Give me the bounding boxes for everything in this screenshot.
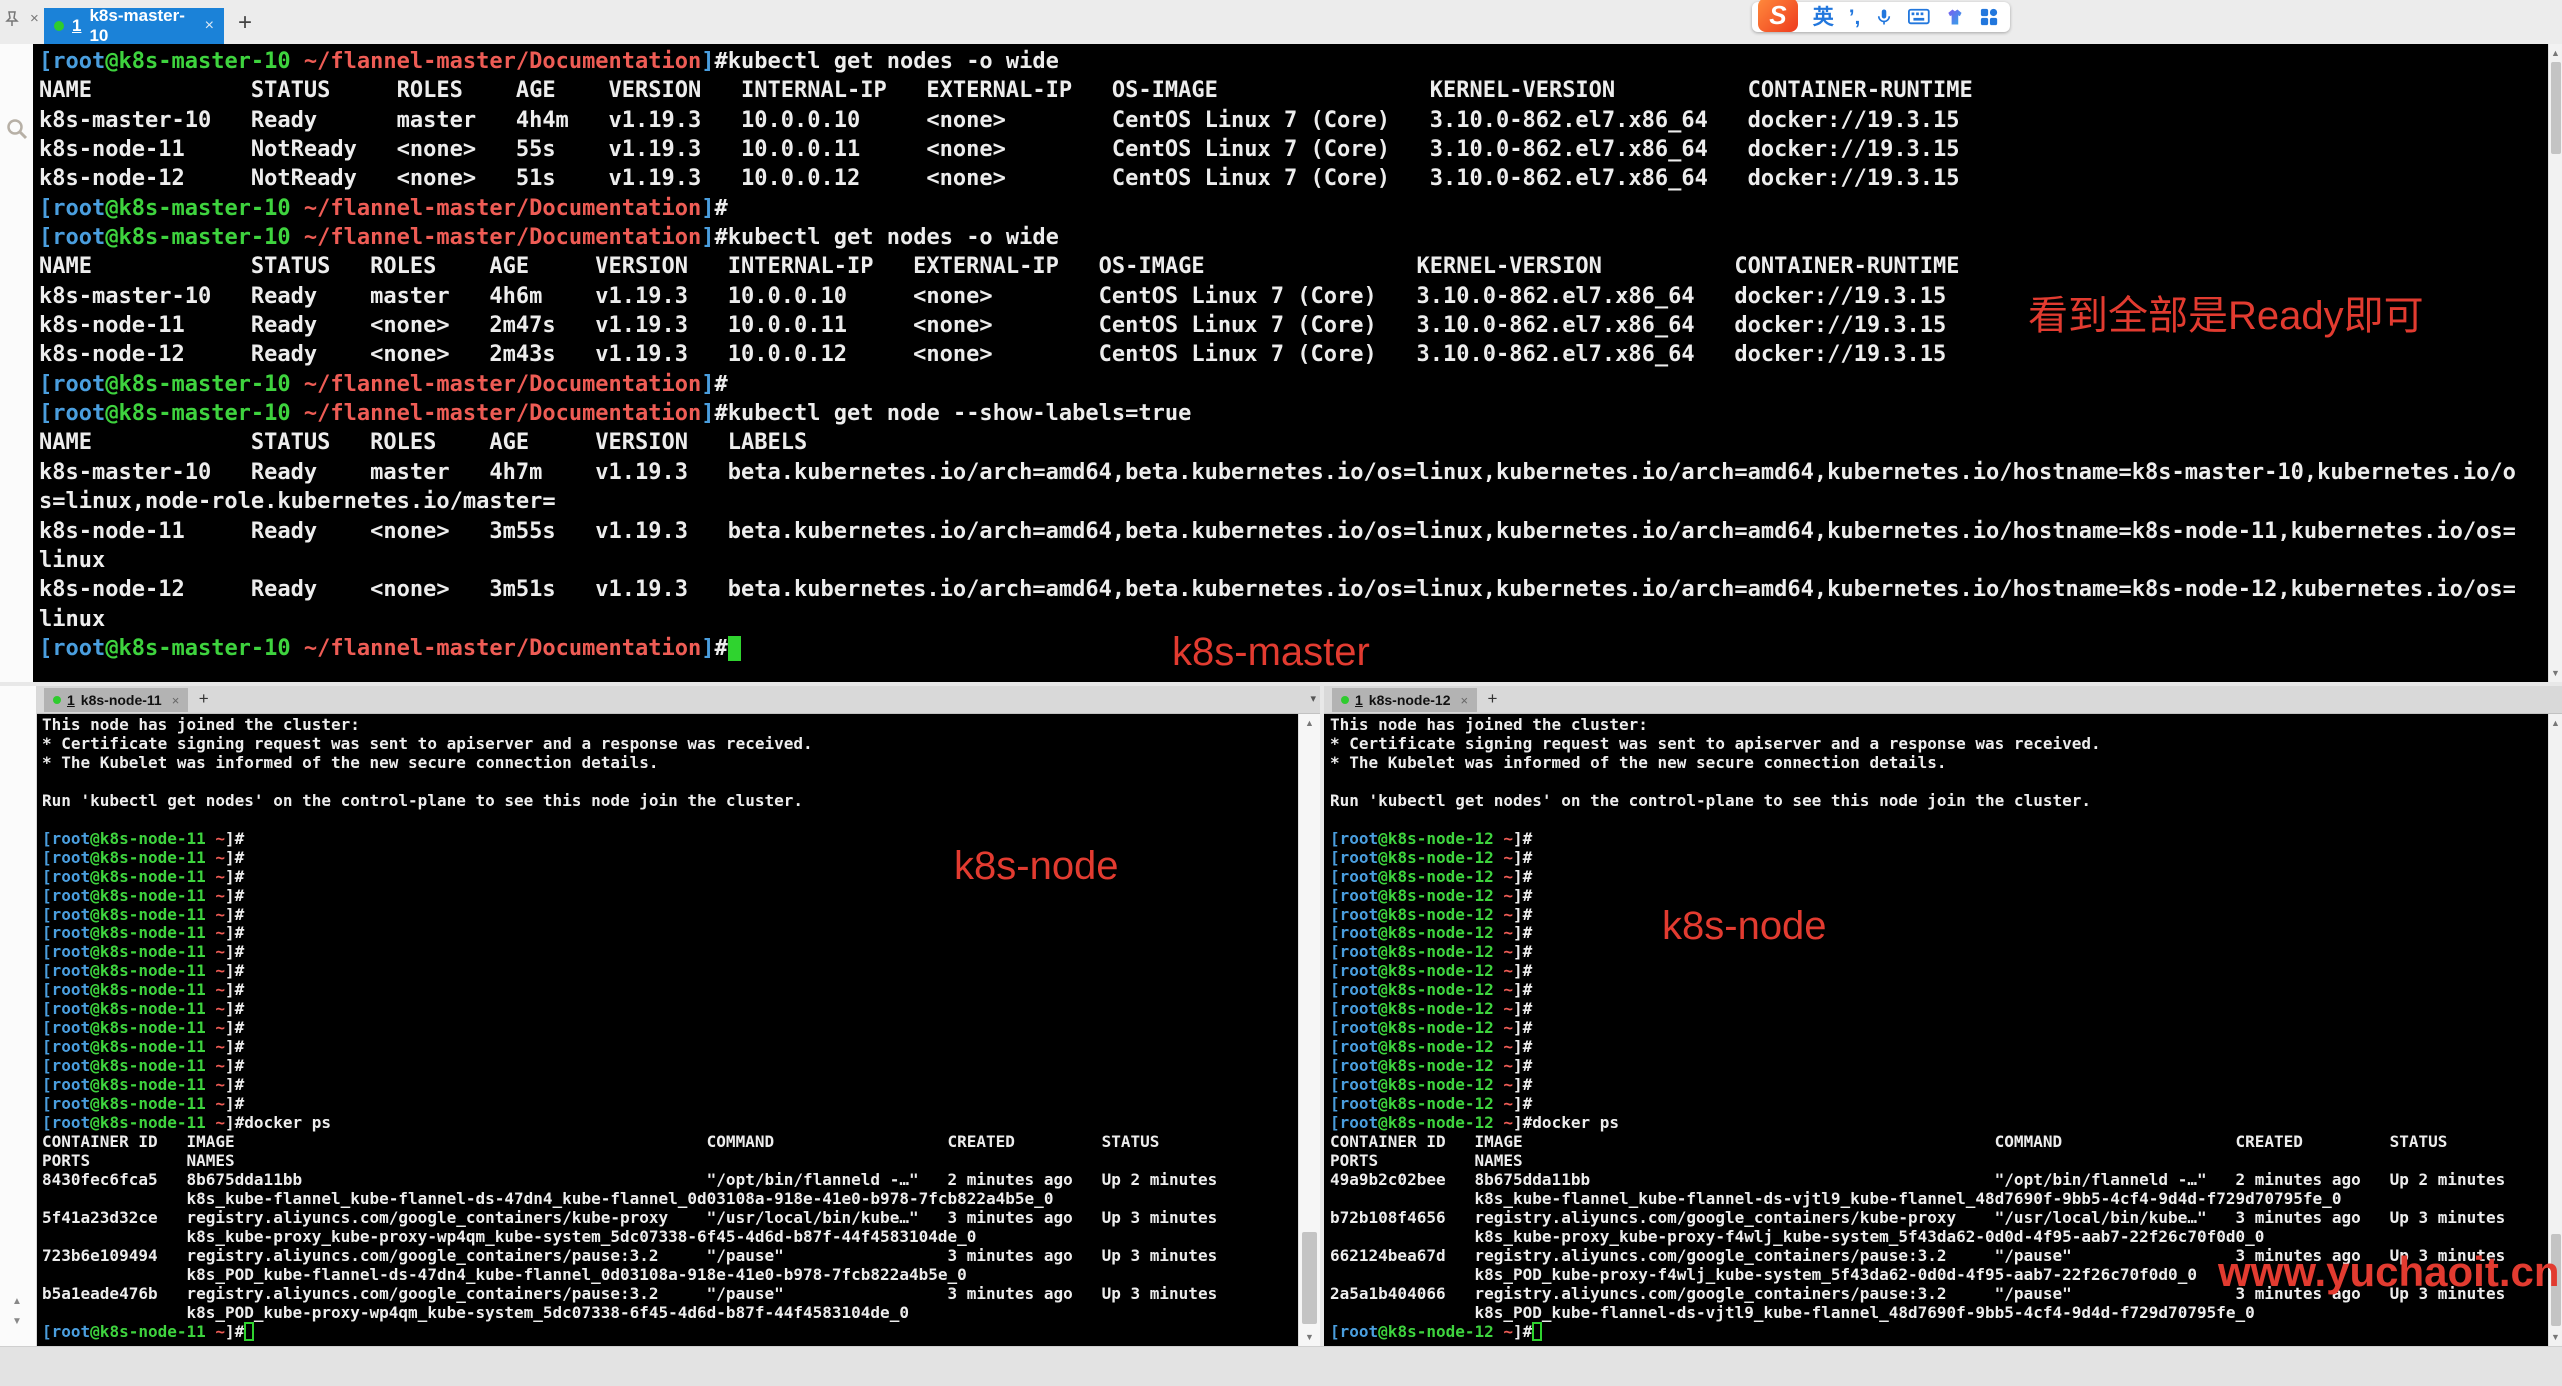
tab-title: k8s-node-12 [1369,692,1451,708]
new-tab-button[interactable]: + [1488,689,1498,709]
keyboard-icon[interactable] [1908,7,1930,27]
tab-overflow-icon[interactable]: ▾ [1310,692,1316,705]
panel-close-icon[interactable]: × [30,10,39,27]
scrollbar-master[interactable]: ▲ ▼ [2548,44,2562,682]
ime-toolbar: S 英 ’, [1752,2,2010,32]
annotation-master-label: k8s-master [1172,630,1370,675]
tab-k8s-node-12[interactable]: 1 k8s-node-12 × [1332,688,1477,712]
left-gutter-top [0,44,34,682]
tab-number: 1 [1355,692,1363,708]
tab-k8s-master-10[interactable]: 1 k8s-master-10 × [44,8,224,44]
main-tab-bar: × 1 k8s-master-10 × + S 英 ’, [0,0,2562,45]
terminal-master[interactable]: [root@k8s-master-10 ~/flannel-master/Doc… [33,44,2548,682]
annotation-ready-note: 看到全部是Ready即可 [2028,283,2424,341]
tab-bar-node-11: 1 k8s-node-11 × + ▾ [36,686,1320,714]
scroll-up-icon[interactable]: ▲ [2549,46,2562,60]
left-gutter-bottom: ▲ ▼ [0,686,37,1346]
new-tab-button[interactable]: + [232,9,258,37]
tab-title: k8s-node-11 [81,692,162,708]
annotation-watermark: www.yuchaoit.cn [2218,1248,2560,1296]
scrollbar-node-11[interactable]: ▲ ▼ [1298,714,1320,1346]
tab-bar-node-12: 1 k8s-node-12 × + [1324,686,2562,714]
pin-icon[interactable] [4,11,20,27]
xshell-app: × 1 k8s-master-10 × + S 英 ’, [0,0,2562,1386]
session-connected-dot [53,696,61,704]
annotation-node-label-left: k8s-node [954,844,1119,889]
sogou-logo-icon[interactable]: S [1758,0,1798,32]
mic-icon[interactable] [1875,6,1893,28]
scroll-down-icon[interactable]: ▼ [2549,666,2562,680]
scrollbar-thumb[interactable] [2551,62,2561,154]
annotation-node-label-right: k8s-node [1662,904,1827,949]
tab-close-icon[interactable]: × [205,17,214,35]
bottom-strip [0,1346,2562,1386]
session-connected-dot [54,21,64,31]
tab-title: k8s-master-10 [89,6,196,46]
toolbox-grid-icon[interactable] [1980,7,1998,27]
new-tab-button[interactable]: + [199,689,209,709]
panel-controls: × [4,10,39,27]
ime-language-toggle[interactable]: 英 [1813,7,1834,28]
ime-punctuation-icon[interactable]: ’, [1849,7,1861,28]
terminal-node-11[interactable]: This node has joined the cluster:* Certi… [36,714,1298,1346]
skin-icon[interactable] [1945,6,1965,28]
scroll-down-icon[interactable]: ▼ [2,1316,32,1327]
tab-close-icon[interactable]: × [1461,693,1469,708]
tab-close-icon[interactable]: × [172,693,180,708]
scroll-up-icon[interactable]: ▲ [2,1296,32,1307]
scroll-up-icon[interactable]: ▲ [1299,716,1320,730]
tab-number: 1 [72,16,81,36]
session-connected-dot [1341,696,1349,704]
search-magnifier-icon[interactable] [6,118,28,140]
tab-k8s-node-11[interactable]: 1 k8s-node-11 × [44,688,188,712]
scroll-up-icon[interactable]: ▲ [2549,716,2562,730]
scrollbar-thumb[interactable] [1302,1232,1317,1324]
tab-number: 1 [67,692,75,708]
scroll-down-icon[interactable]: ▼ [1299,1330,1320,1344]
scroll-down-icon[interactable]: ▼ [2549,1330,2562,1344]
